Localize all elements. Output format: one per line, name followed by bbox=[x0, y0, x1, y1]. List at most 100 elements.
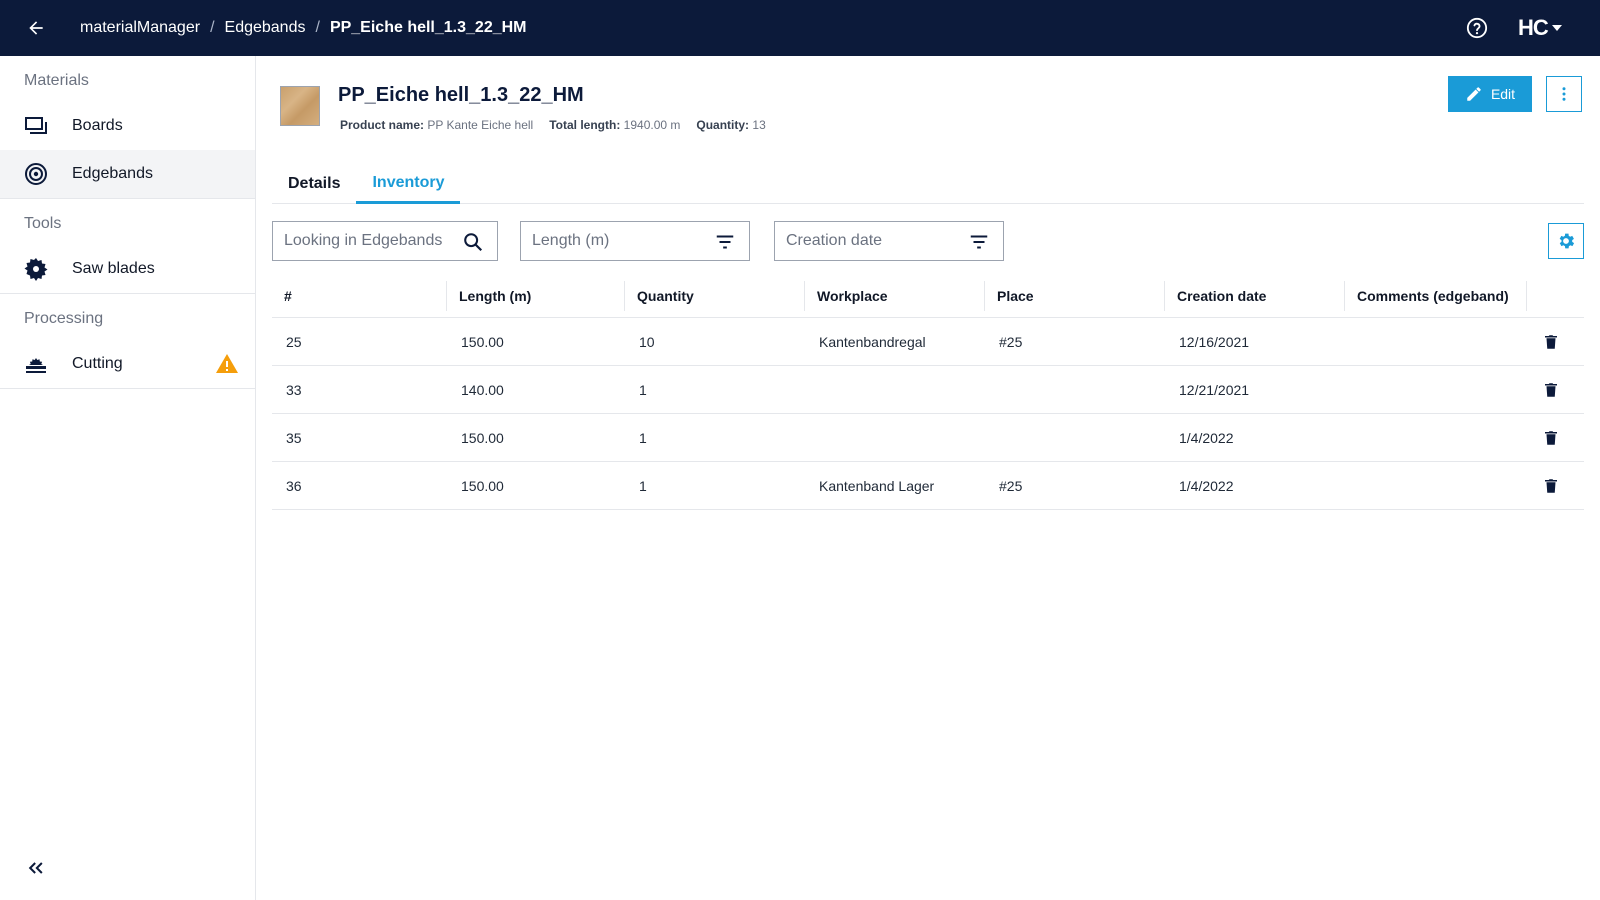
search-icon[interactable] bbox=[461, 230, 485, 254]
cell-place bbox=[985, 366, 1165, 414]
boards-icon bbox=[24, 114, 48, 138]
top-bar: materialManager / Edgebands / PP_Eiche h… bbox=[0, 0, 1600, 56]
breadcrumb-separator: / bbox=[210, 19, 215, 36]
cell-creation-date: 12/21/2021 bbox=[1179, 381, 1250, 398]
cell-workplace: Kantenbandregal bbox=[819, 333, 926, 350]
breadcrumb-root[interactable]: materialManager bbox=[80, 19, 200, 37]
column-header-workplace[interactable]: Workplace bbox=[805, 280, 985, 311]
filter-icon[interactable] bbox=[967, 230, 991, 254]
filter-icon[interactable] bbox=[713, 230, 737, 254]
cell-length: 150.00 bbox=[461, 429, 504, 446]
cell-quantity: 1 bbox=[639, 477, 647, 494]
column-header-actions bbox=[1527, 281, 1584, 311]
collapse-sidebar-icon[interactable] bbox=[24, 856, 48, 880]
cell-place: #25 bbox=[999, 333, 1023, 350]
table-settings-button[interactable] bbox=[1548, 223, 1584, 259]
help-icon[interactable] bbox=[1465, 16, 1489, 40]
cell-creation-date: 12/16/2021 bbox=[1179, 333, 1250, 350]
warning-icon bbox=[215, 352, 239, 376]
edgeband-roll-icon bbox=[24, 162, 48, 186]
item-meta: Product name: PP Kante Eiche hell Total … bbox=[340, 118, 766, 132]
table-row[interactable]: 36 150.00 1 Kantenband Lager #25 1/4/202… bbox=[272, 462, 1584, 510]
cell-quantity: 1 bbox=[639, 381, 647, 398]
cell-quantity: 10 bbox=[639, 333, 655, 350]
sidebar-section-tools: Tools bbox=[24, 215, 62, 232]
cell-place bbox=[985, 414, 1165, 462]
sidebar-item-cutting[interactable]: Cutting bbox=[0, 340, 255, 388]
main-content: PP_Eiche hell_1.3_22_HM Product name: PP… bbox=[256, 56, 1600, 900]
cell-length: 140.00 bbox=[461, 381, 504, 398]
length-filter-input[interactable]: Length (m) bbox=[520, 221, 750, 261]
sidebar-item-saw-blades[interactable]: Saw blades bbox=[0, 245, 255, 293]
cutting-icon bbox=[24, 352, 48, 376]
table-row[interactable]: 33 140.00 1 12/21/2021 bbox=[272, 366, 1584, 414]
meta-quantity: Quantity: 13 bbox=[696, 118, 765, 132]
inventory-table: # Length (m) Quantity Workplace Place Cr… bbox=[272, 274, 1584, 510]
sidebar-item-boards[interactable]: Boards bbox=[0, 102, 255, 150]
cell-workplace bbox=[805, 366, 985, 414]
trash-icon[interactable] bbox=[1539, 426, 1563, 450]
cell-comments bbox=[1345, 462, 1527, 510]
column-header-comments[interactable]: Comments (edgeband) bbox=[1345, 280, 1527, 311]
tab-details[interactable]: Details bbox=[272, 164, 356, 204]
chevron-down-icon bbox=[1551, 25, 1562, 31]
trash-icon[interactable] bbox=[1539, 378, 1563, 402]
cell-number: 33 bbox=[286, 381, 302, 398]
edgeband-thumbnail bbox=[280, 86, 320, 126]
edit-button-label: Edit bbox=[1490, 86, 1516, 102]
tab-bar: Details Inventory bbox=[272, 164, 1584, 204]
account-menu-button[interactable]: HC bbox=[1518, 14, 1562, 42]
sidebar-item-label: Edgebands bbox=[72, 165, 153, 182]
sidebar-item-edgebands[interactable]: Edgebands bbox=[0, 150, 255, 198]
column-header-length[interactable]: Length (m) bbox=[447, 280, 625, 311]
cell-workplace bbox=[805, 414, 985, 462]
sidebar-divider bbox=[0, 388, 255, 389]
sidebar: Materials Boards Edgebands Tools Saw bla… bbox=[0, 56, 256, 900]
tab-inventory[interactable]: Inventory bbox=[356, 164, 461, 204]
cell-number: 35 bbox=[286, 429, 302, 446]
saw-blade-icon bbox=[24, 257, 48, 281]
cell-place: #25 bbox=[999, 477, 1023, 494]
table-row[interactable]: 35 150.00 1 1/4/2022 bbox=[272, 414, 1584, 462]
cell-quantity: 1 bbox=[639, 429, 647, 446]
creation-date-filter-input[interactable]: Creation date bbox=[774, 221, 1004, 261]
cell-comments bbox=[1345, 366, 1527, 414]
breadcrumb: materialManager / Edgebands / PP_Eiche h… bbox=[80, 0, 527, 56]
meta-product-name: Product name: PP Kante Eiche hell bbox=[340, 118, 533, 132]
meta-label: Product name: bbox=[340, 118, 425, 132]
cell-actions bbox=[1527, 330, 1584, 354]
back-arrow-icon[interactable] bbox=[24, 16, 48, 40]
sidebar-section-materials: Materials bbox=[24, 72, 89, 89]
page-title: PP_Eiche hell_1.3_22_HM bbox=[338, 84, 584, 106]
cell-number: 36 bbox=[286, 477, 302, 494]
gear-icon bbox=[1559, 233, 1575, 249]
search-input[interactable]: Looking in Edgebands bbox=[272, 221, 498, 261]
meta-value: 13 bbox=[752, 118, 766, 132]
sidebar-item-label: Saw blades bbox=[72, 260, 155, 277]
cell-comments bbox=[1345, 318, 1527, 366]
cell-creation-date: 1/4/2022 bbox=[1179, 429, 1234, 446]
length-filter-placeholder: Length (m) bbox=[532, 232, 610, 249]
sidebar-section-processing: Processing bbox=[24, 310, 104, 327]
cell-length: 150.00 bbox=[461, 333, 504, 350]
column-header-number[interactable]: # bbox=[272, 280, 447, 311]
breadcrumb-edgebands[interactable]: Edgebands bbox=[225, 19, 306, 37]
trash-icon[interactable] bbox=[1539, 474, 1563, 498]
edit-button[interactable]: Edit bbox=[1448, 76, 1532, 112]
table-row[interactable]: 25 150.00 10 Kantenbandregal #25 12/16/2… bbox=[272, 318, 1584, 366]
meta-value: 1940.00 m bbox=[623, 118, 681, 132]
table-header: # Length (m) Quantity Workplace Place Cr… bbox=[272, 274, 1584, 318]
breadcrumb-current: PP_Eiche hell_1.3_22_HM bbox=[329, 19, 527, 36]
meta-total-length: Total length: 1940.00 m bbox=[549, 118, 680, 132]
meta-label: Total length: bbox=[549, 118, 621, 132]
meta-label: Quantity: bbox=[696, 118, 750, 132]
column-header-creation-date[interactable]: Creation date bbox=[1165, 280, 1345, 311]
meta-value: PP Kante Eiche hell bbox=[427, 118, 534, 132]
trash-icon[interactable] bbox=[1539, 330, 1563, 354]
column-header-quantity[interactable]: Quantity bbox=[625, 280, 805, 311]
sidebar-item-label: Boards bbox=[72, 117, 123, 134]
cell-number: 25 bbox=[286, 333, 302, 350]
more-options-button[interactable] bbox=[1546, 76, 1582, 112]
column-header-place[interactable]: Place bbox=[985, 280, 1165, 311]
breadcrumb-separator: / bbox=[315, 19, 320, 36]
